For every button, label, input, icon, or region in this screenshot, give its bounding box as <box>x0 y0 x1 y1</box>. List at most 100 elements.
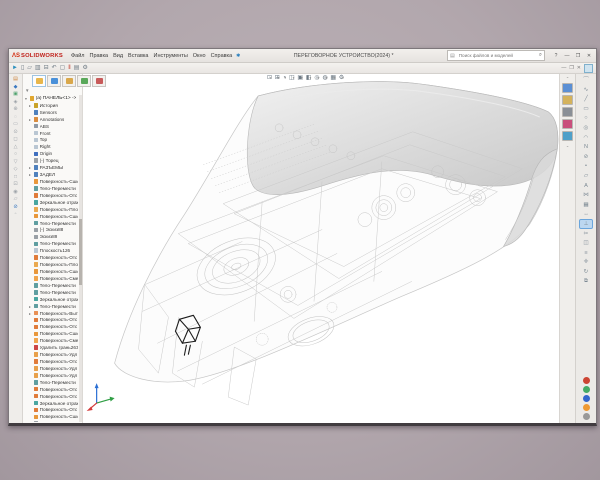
left-tool-icon[interactable]: △ <box>14 145 18 150</box>
chevron-down-icon[interactable]: ▾ <box>270 76 272 80</box>
appearance-sphere-icon[interactable] <box>583 377 590 384</box>
expand-arrow-icon[interactable]: ▸ <box>29 117 32 122</box>
tree-item[interactable]: Тело-Перемести <box>24 240 78 247</box>
scroll-up-icon[interactable]: ⌃ <box>566 76 569 81</box>
menu-item[interactable]: Вставка <box>128 53 148 59</box>
insert-component-button[interactable]: ▤ <box>13 77 18 82</box>
tree-item[interactable]: Поверхность-Пло <box>24 206 78 213</box>
left-tool-icon[interactable]: ▽ <box>14 160 18 165</box>
rectangle-tool-icon[interactable]: ▭ <box>580 105 592 113</box>
tangent-arc-tool-icon[interactable]: ◠ <box>580 134 592 142</box>
expand-arrow-icon[interactable]: ▸ <box>29 103 32 108</box>
close-button[interactable]: ✕ <box>585 53 593 59</box>
tree-item[interactable]: Поверхность-Отс <box>24 386 78 393</box>
menu-item[interactable]: Окно <box>193 53 206 59</box>
tree-scrollbar[interactable] <box>79 95 82 422</box>
plane-tool-icon[interactable]: ▱ <box>580 172 592 180</box>
left-tool-icon[interactable]: ⊕ <box>13 107 17 112</box>
component-pattern-button[interactable]: ▣ <box>13 92 18 97</box>
left-tool-icon[interactable]: □ <box>14 175 17 180</box>
tree-item[interactable]: Поверхность-Отс <box>24 254 78 261</box>
chevron-down-icon[interactable]: ▾ <box>334 76 336 80</box>
dimxpertmanager-tab[interactable] <box>77 75 91 87</box>
rebuild-button[interactable]: ‖ <box>68 65 70 71</box>
select-button[interactable]: ▢ <box>60 65 66 71</box>
tree-item[interactable]: Sensors <box>24 109 78 116</box>
search-scope-icon[interactable]: ▤ <box>450 53 455 59</box>
chevron-down-icon[interactable]: ▾ <box>293 76 295 80</box>
tree-item[interactable]: Top <box>24 137 78 144</box>
chevron-down-icon[interactable]: ▾ <box>284 76 286 80</box>
appearance-sphere-icon[interactable] <box>583 395 590 402</box>
tree-item[interactable]: Поверхность-Сши <box>24 413 78 420</box>
tree-item[interactable]: Тело-Перемести <box>24 185 78 192</box>
save-button[interactable]: ▥ <box>35 65 41 71</box>
tree-item[interactable]: Поверхность-Удл <box>24 372 78 379</box>
tree-item[interactable]: Поверхность-Отс <box>24 358 78 365</box>
tree-item[interactable]: ▸ ЗАДЕЛ <box>24 171 78 178</box>
appearances-scenes-tab[interactable] <box>562 119 573 129</box>
tree-item[interactable]: Поверхность-Сши <box>24 330 78 337</box>
left-tool-icon[interactable]: ◉ <box>13 190 17 195</box>
design-library-tab[interactable] <box>562 95 573 105</box>
tree-item[interactable]: Зеркальное отраж <box>24 400 78 407</box>
chevron-down-icon[interactable]: ▾ <box>278 76 280 80</box>
tree-item[interactable]: (-) Эскиз88 <box>24 227 78 234</box>
chevron-down-icon[interactable]: ▾ <box>301 76 303 80</box>
left-tool-icon[interactable]: ▭ <box>13 122 18 127</box>
tree-root-item[interactable]: ▾ (а) ПАНЕЛЬ<1> -> <box>24 95 78 102</box>
file-explorer-tab[interactable] <box>562 107 573 117</box>
rotate-entities-tool-icon[interactable]: ↻ <box>580 268 592 276</box>
undo-button[interactable]: ↶ <box>52 65 57 71</box>
line-tool-icon[interactable]: ╱ <box>580 95 592 103</box>
relations-tool-icon[interactable]: ⊥ <box>580 220 592 228</box>
expand-arrow-icon[interactable]: ▸ <box>29 165 32 170</box>
tree-item[interactable]: Поверхность-Сши <box>24 178 78 185</box>
tree-item[interactable]: Поверхность-Удл <box>24 351 78 358</box>
tree-item[interactable]: Поверхность-Сме <box>24 275 78 282</box>
tree-item[interactable]: Поверхность-Сме <box>24 337 78 344</box>
tree-item[interactable]: Поверхность-Сши <box>24 268 78 275</box>
3d-model[interactable] <box>83 74 559 423</box>
filter-icon[interactable]: ▼ <box>25 88 29 93</box>
tree-item[interactable]: (-) Торец <box>24 157 78 164</box>
doc-close-button[interactable]: ✕ <box>577 66 581 71</box>
circle-tool-icon[interactable]: ○ <box>580 114 592 122</box>
tree-item[interactable]: Тело-Перемести <box>24 379 78 386</box>
arc-tool-icon[interactable]: ⌒ <box>580 76 592 84</box>
chevron-down-icon[interactable]: ▾ <box>318 76 320 80</box>
displaymanager-tab[interactable] <box>92 75 106 87</box>
tree-item[interactable]: Поверхность-Отс <box>24 406 78 413</box>
tree-item[interactable]: Поверхность-Сши <box>24 213 78 220</box>
tree-item[interactable]: Поверхность-Удл <box>24 365 78 372</box>
custom-properties-tab[interactable] <box>562 131 573 141</box>
move-entities-tool-icon[interactable]: ✛ <box>580 258 592 266</box>
style-spline-tool-icon[interactable]: N <box>580 143 592 151</box>
expand-arrow-icon[interactable]: ▸ <box>29 304 32 309</box>
left-tool-icon[interactable]: ◻ <box>13 137 17 142</box>
ellipse-tool-icon[interactable]: ⊘ <box>580 153 592 161</box>
mirror-entities-tool-icon[interactable]: ⋈ <box>580 191 592 199</box>
tree-item[interactable]: Поверхность-Пло <box>24 261 78 268</box>
spline-tool-icon[interactable]: ∿ <box>580 86 592 94</box>
doc-restore-button[interactable]: ❐ <box>569 66 573 71</box>
appearance-sphere-icon[interactable] <box>583 386 590 393</box>
tree-item[interactable]: Тело-Перемести <box>24 289 78 296</box>
dimension-tool-icon[interactable]: ↔ <box>580 210 592 218</box>
maximize-button[interactable]: ❐ <box>574 53 582 59</box>
new-file-button[interactable]: ▯ <box>21 65 24 71</box>
scroll-down-icon[interactable]: ⌄ <box>566 143 569 148</box>
trim-entities-tool-icon[interactable]: ✂ <box>580 230 592 238</box>
offset-entities-tool-icon[interactable]: ≡ <box>580 249 592 257</box>
tree-item[interactable]: Эскиз894 <box>24 420 78 422</box>
convert-entities-tool-icon[interactable]: ◫ <box>580 239 592 247</box>
search-input[interactable] <box>457 52 537 59</box>
pattern-tool-icon[interactable]: ▦ <box>580 201 592 209</box>
tree-item[interactable]: ABS <box>24 123 78 130</box>
menu-item[interactable]: Файл <box>71 53 85 59</box>
menu-item[interactable]: Справка <box>211 53 233 59</box>
file-properties-button[interactable]: ▤ <box>74 65 80 71</box>
graphics-viewport[interactable]: ⊡ ▾ ⊞ ▾ ◔ ▾ ◫ ▾ ▣ ▾ ◧ ▾ ◎ <box>83 74 559 423</box>
toolbar-pin-icon[interactable]: ► <box>12 65 18 71</box>
appearance-sphere-icon[interactable] <box>583 413 590 420</box>
